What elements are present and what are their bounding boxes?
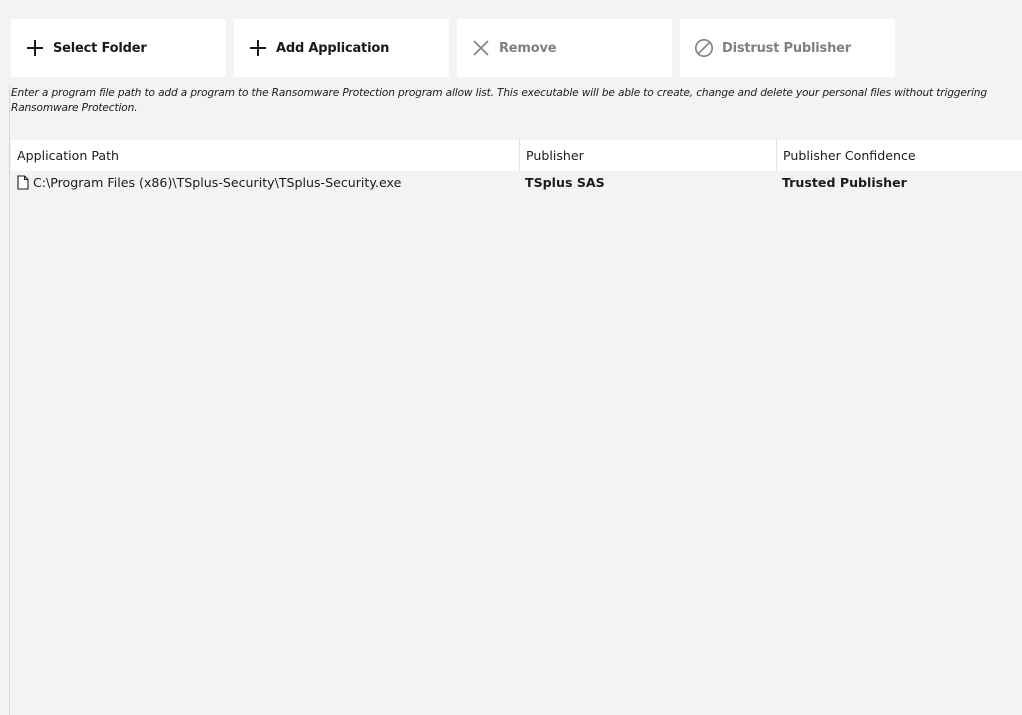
publisher-confidence-cell: Trusted Publisher	[782, 175, 907, 190]
application-path-text: C:\Program Files (x86)\TSplus-Security\T…	[33, 175, 402, 190]
distrust-publisher-label: Distrust Publisher	[722, 40, 851, 56]
remove-label: Remove	[499, 40, 557, 56]
publisher-cell: TSplus SAS	[525, 175, 605, 190]
prohibited-icon	[694, 38, 714, 58]
application-path-cell: C:\Program Files (x86)\TSplus-Security\T…	[11, 171, 519, 195]
ransomware-allow-list-panel: Select Folder Add Application Remove Dis…	[0, 0, 1022, 715]
add-application-label: Add Application	[276, 40, 390, 56]
add-application-button[interactable]: Add Application	[234, 19, 449, 77]
panel-border	[9, 86, 10, 715]
allow-list-description: Enter a program file path to add a progr…	[11, 87, 987, 114]
table-header: Application Path Publisher Publisher Con…	[11, 140, 1022, 171]
table-row[interactable]: C:\Program Files (x86)\TSplus-Security\T…	[11, 171, 1022, 195]
toolbar: Select Folder Add Application Remove Dis…	[11, 19, 895, 77]
remove-button[interactable]: Remove	[457, 19, 672, 77]
select-folder-label: Select Folder	[53, 40, 147, 56]
close-icon	[471, 38, 491, 58]
select-folder-button[interactable]: Select Folder	[11, 19, 226, 77]
plus-icon	[25, 38, 45, 58]
distrust-publisher-button[interactable]: Distrust Publisher	[680, 19, 895, 77]
application-table: Application Path Publisher Publisher Con…	[11, 140, 1022, 715]
column-header-application-path[interactable]: Application Path	[11, 140, 519, 171]
column-header-publisher-confidence[interactable]: Publisher Confidence	[776, 140, 1022, 171]
plus-icon	[248, 38, 268, 58]
file-icon	[17, 175, 29, 190]
column-header-publisher[interactable]: Publisher	[519, 140, 776, 171]
